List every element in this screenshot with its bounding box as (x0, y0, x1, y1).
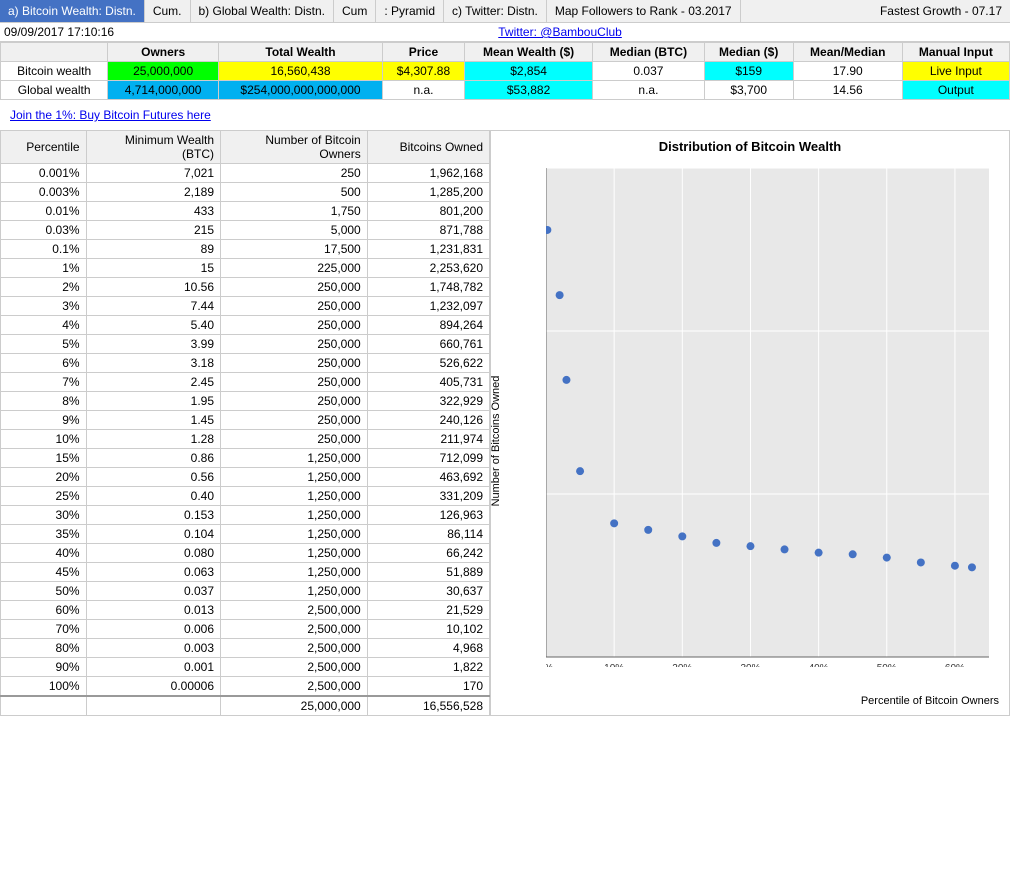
tab-pyramid[interactable]: : Pyramid (376, 0, 444, 22)
data-table-section: Percentile Minimum Wealth (BTC) Number o… (0, 130, 490, 716)
tab-twitter-distn[interactable]: c) Twitter: Distn. (444, 0, 547, 22)
table-row: 4%5.40250,000894,264 (1, 316, 490, 335)
table-row: 80%0.0032,500,0004,968 (1, 639, 490, 658)
bitcoin-mean-median: 17.90 (793, 62, 902, 81)
date-twitter-row: 09/09/2017 17:10:16 Twitter: @BambouClub (0, 23, 1010, 42)
table-row: 35%0.1041,250,00086,114 (1, 525, 490, 544)
bitcoin-owners: 25,000,000 (108, 62, 219, 81)
bitcoin-wealth-label: Bitcoin wealth (1, 62, 108, 81)
svg-text:0%: 0% (546, 663, 553, 667)
distribution-table: Percentile Minimum Wealth (BTC) Number o… (0, 130, 490, 716)
table-row: 0.01%4331,750801,200 (1, 202, 490, 221)
col-header-median-usd: Median ($) (704, 43, 793, 62)
svg-text:20%: 20% (672, 663, 692, 667)
table-row: 90%0.0012,500,0001,822 (1, 658, 490, 677)
svg-text:10%: 10% (604, 663, 624, 667)
y-axis-label: Number of Bitcoins Owned (490, 376, 502, 507)
table-row: 7%2.45250,000405,731 (1, 373, 490, 392)
col-header-price: Price (383, 43, 465, 62)
col-header-owners: Owners (108, 43, 219, 62)
svg-text:30%: 30% (740, 663, 760, 667)
chart-section: Distribution of Bitcoin Wealth 0510150%1… (490, 130, 1010, 716)
table-row: 70%0.0062,500,00010,102 (1, 620, 490, 639)
table-row: 6%3.18250,000526,622 (1, 354, 490, 373)
summary-table: Owners Total Wealth Price Mean Wealth ($… (0, 42, 1010, 100)
x-axis-label: Percentile of Bitcoin Owners (861, 695, 999, 707)
table-row: 5%3.99250,000660,761 (1, 335, 490, 354)
chart-title: Distribution of Bitcoin Wealth (491, 131, 1009, 158)
bitcoin-mean-wealth: $2,854 (464, 62, 592, 81)
global-median-btc: n.a. (593, 81, 704, 100)
table-row: 10%1.28250,000211,974 (1, 430, 490, 449)
col-header-label (1, 43, 108, 62)
global-total-wealth: $254,000,000,000,000 (218, 81, 382, 100)
table-row: 60%0.0132,500,00021,529 (1, 601, 490, 620)
table-row: 45%0.0631,250,00051,889 (1, 563, 490, 582)
global-output: Output (902, 81, 1009, 100)
svg-text:40%: 40% (809, 663, 829, 667)
join-link-container: Join the 1%: Buy Bitcoin Futures here (0, 100, 1010, 130)
global-wealth-row: Global wealth 4,714,000,000 $254,000,000… (1, 81, 1010, 100)
table-row: 30%0.1531,250,000126,963 (1, 506, 490, 525)
col-btcowned-header: Bitcoins Owned (367, 131, 489, 164)
bitcoin-median-usd: $159 (704, 62, 793, 81)
table-row: 40%0.0801,250,00066,242 (1, 544, 490, 563)
global-wealth-label: Global wealth (1, 81, 108, 100)
col-header-mean-median: Mean/Median (793, 43, 902, 62)
table-row: 50%0.0371,250,00030,637 (1, 582, 490, 601)
col-numowners-header: Number of Bitcoin Owners (221, 131, 368, 164)
tab-global-wealth-distn[interactable]: b) Global Wealth: Distn. (191, 0, 335, 22)
bitcoin-wealth-row: Bitcoin wealth 25,000,000 16,560,438 $4,… (1, 62, 1010, 81)
col-header-median-btc: Median (BTC) (593, 43, 704, 62)
bitcoin-price: $4,307.88 (383, 62, 465, 81)
table-row: 2%10.56250,0001,748,782 (1, 278, 490, 297)
top-navigation: a) Bitcoin Wealth: Distn. Cum. b) Global… (0, 0, 1010, 23)
distribution-chart: 0510150%10%20%30%40%50%60% (546, 163, 999, 667)
bitcoin-median-btc: 0.037 (593, 62, 704, 81)
table-row: 8%1.95250,000322,929 (1, 392, 490, 411)
tab-map-followers[interactable]: Map Followers to Rank - 03.2017 (547, 0, 741, 22)
svg-text:60%: 60% (945, 663, 965, 667)
global-mean-wealth: $53,882 (464, 81, 592, 100)
join-link[interactable]: Join the 1%: Buy Bitcoin Futures here (6, 104, 215, 126)
table-row: 3%7.44250,0001,232,097 (1, 297, 490, 316)
table-row: 1%15225,0002,253,620 (1, 259, 490, 278)
tab-cum-2[interactable]: Cum (334, 0, 376, 22)
global-owners: 4,714,000,000 (108, 81, 219, 100)
tab-bitcoin-wealth-distn[interactable]: a) Bitcoin Wealth: Distn. (0, 0, 145, 22)
table-row: 0.003%2,1895001,285,200 (1, 183, 490, 202)
col-header-mean-wealth: Mean Wealth ($) (464, 43, 592, 62)
table-row: 0.1%8917,5001,231,831 (1, 240, 490, 259)
col-header-total-wealth: Total Wealth (218, 43, 382, 62)
table-row: 15%0.861,250,000712,099 (1, 449, 490, 468)
tab-cum-1[interactable]: Cum. (145, 0, 191, 22)
twitter-link[interactable]: Twitter: @BambouClub (498, 25, 622, 39)
global-median-usd: $3,700 (704, 81, 793, 100)
bitcoin-live-input[interactable]: Live Input (902, 62, 1009, 81)
table-row: 9%1.45250,000240,126 (1, 411, 490, 430)
table-row: 25%0.401,250,000331,209 (1, 487, 490, 506)
table-row: 0.03%2155,000871,788 (1, 221, 490, 240)
main-content: Percentile Minimum Wealth (BTC) Number o… (0, 130, 1010, 716)
date-display: 09/09/2017 17:10:16 (4, 25, 114, 39)
global-price: n.a. (383, 81, 465, 100)
global-mean-median: 14.56 (793, 81, 902, 100)
fastest-growth-label: Fastest Growth - 07.17 (872, 0, 1010, 22)
col-minwealth-header: Minimum Wealth (BTC) (86, 131, 220, 164)
table-row: 20%0.561,250,000463,692 (1, 468, 490, 487)
totals-row: 25,000,00016,556,528 (1, 696, 490, 716)
col-header-manual-input: Manual Input (902, 43, 1009, 62)
table-row: 0.001%7,0212501,962,168 (1, 164, 490, 183)
bitcoin-total-wealth: 16,560,438 (218, 62, 382, 81)
table-row: 100%0.000062,500,000170 (1, 677, 490, 697)
col-percentile-header: Percentile (1, 131, 87, 164)
svg-text:50%: 50% (877, 663, 897, 667)
